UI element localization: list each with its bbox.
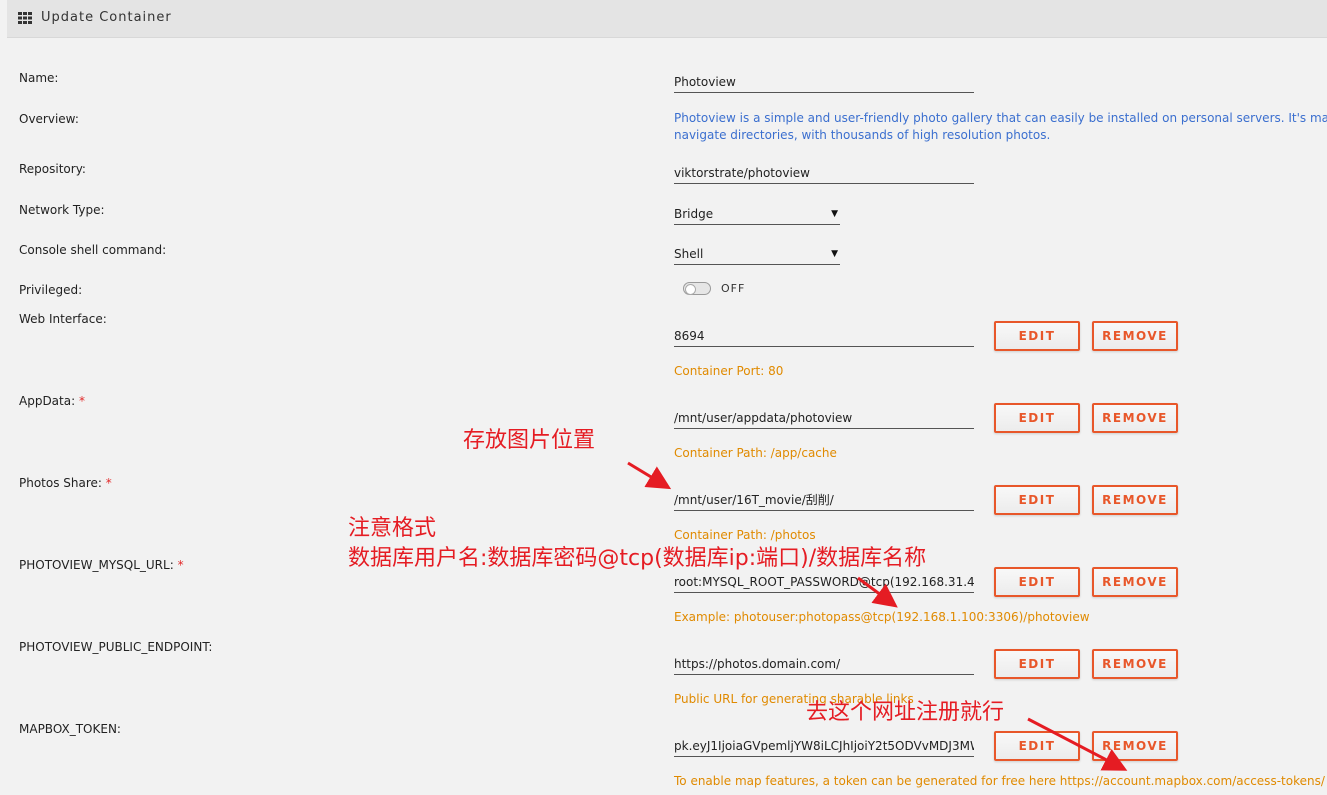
photos-share-label-text: Photos Share: [19,476,102,490]
caret-down-icon: ▼ [831,209,838,219]
web-interface-input[interactable]: 8694 [674,326,974,347]
mysql-url-input[interactable]: root:MYSQL_ROOT_PASSWORD@tcp(192.168.31.… [674,572,974,593]
required-marker: * [105,476,112,490]
console-shell-value: Shell [674,247,704,261]
console-shell-label: Console shell command: [19,243,167,257]
web-interface-hint: Container Port: 80 [674,364,784,378]
appdata-edit-button[interactable]: EDIT [994,403,1080,433]
annotation-arrow [627,461,672,490]
repository-label: Repository: [19,162,86,176]
public-endpoint-input[interactable]: https://photos.domain.com/ [674,654,974,675]
mapbox-token-input[interactable]: pk.eyJ1IjoiaGVpemljYW8iLCJhIjoiY2t5ODVvM… [674,736,974,757]
console-shell-select[interactable]: Shell ▼ [674,244,840,265]
privileged-state: OFF [721,282,746,295]
appdata-input[interactable]: /mnt/user/appdata/photoview [674,408,974,429]
overview-line-2: navigate directories, with thousands of … [674,128,1051,142]
annotation-photo-location: 存放图片位置 [463,428,596,453]
annotation-format-detail: 数据库用户名:数据库密码@tcp(数据库ip:端口)/数据库名称 [348,546,927,571]
mapbox-token-hint: To enable map features, a token can be g… [674,774,1325,788]
network-type-value: Bridge [674,207,714,221]
network-type-select[interactable]: Bridge ▼ [674,204,840,225]
appdata-hint: Container Path: /app/cache [674,446,837,460]
mysql-url-edit-button[interactable]: EDIT [994,567,1080,597]
name-label: Name: [19,71,59,85]
overview-text: Photoview is a simple and user-friendly … [674,110,1327,144]
required-marker: * [177,558,184,572]
web-interface-label: Web Interface: [19,312,107,326]
mapbox-token-remove-button[interactable]: REMOVE [1092,731,1178,761]
mysql-url-remove-button[interactable]: REMOVE [1092,567,1178,597]
required-marker: * [78,394,85,408]
photos-share-input[interactable]: /mnt/user/16T_movie/刮削/ [674,490,974,511]
photos-share-hint: Container Path: /photos [674,528,816,542]
overview-line-1: Photoview is a simple and user-friendly … [674,111,1327,125]
toggle-knob [685,284,696,295]
appdata-label-text: AppData: [19,394,76,408]
overview-label: Overview: [19,112,79,126]
public-endpoint-label: PHOTOVIEW_PUBLIC_ENDPOINT: [19,640,213,654]
photos-share-label: Photos Share: * [19,476,112,490]
privileged-label: Privileged: [19,283,83,297]
privileged-toggle[interactable] [683,282,711,295]
network-type-label: Network Type: [19,203,105,217]
mysql-url-hint: Example: photouser:photopass@tcp(192.168… [674,610,1090,624]
appdata-label: AppData: * [19,394,85,408]
web-interface-edit-button[interactable]: EDIT [994,321,1080,351]
mysql-url-label: PHOTOVIEW_MYSQL_URL: * [19,558,184,572]
photos-share-remove-button[interactable]: REMOVE [1092,485,1178,515]
grid-icon [18,12,32,24]
mysql-url-label-text: PHOTOVIEW_MYSQL_URL: [19,558,174,572]
public-endpoint-remove-button[interactable]: REMOVE [1092,649,1178,679]
page-title: Update Container [41,10,172,25]
web-interface-remove-button[interactable]: REMOVE [1092,321,1178,351]
appdata-remove-button[interactable]: REMOVE [1092,403,1178,433]
public-endpoint-edit-button[interactable]: EDIT [994,649,1080,679]
annotation-format-note: 注意格式 [348,516,437,541]
photos-share-edit-button[interactable]: EDIT [994,485,1080,515]
mapbox-token-edit-button[interactable]: EDIT [994,731,1080,761]
mapbox-token-label: MAPBOX_TOKEN: [19,722,121,736]
name-input[interactable]: Photoview [674,72,974,93]
annotation-register-note: 去这个网址注册就行 [806,700,1005,725]
repository-input[interactable]: viktorstrate/photoview [674,163,974,184]
caret-down-icon: ▼ [831,249,838,259]
page-header: Update Container [7,0,1327,38]
